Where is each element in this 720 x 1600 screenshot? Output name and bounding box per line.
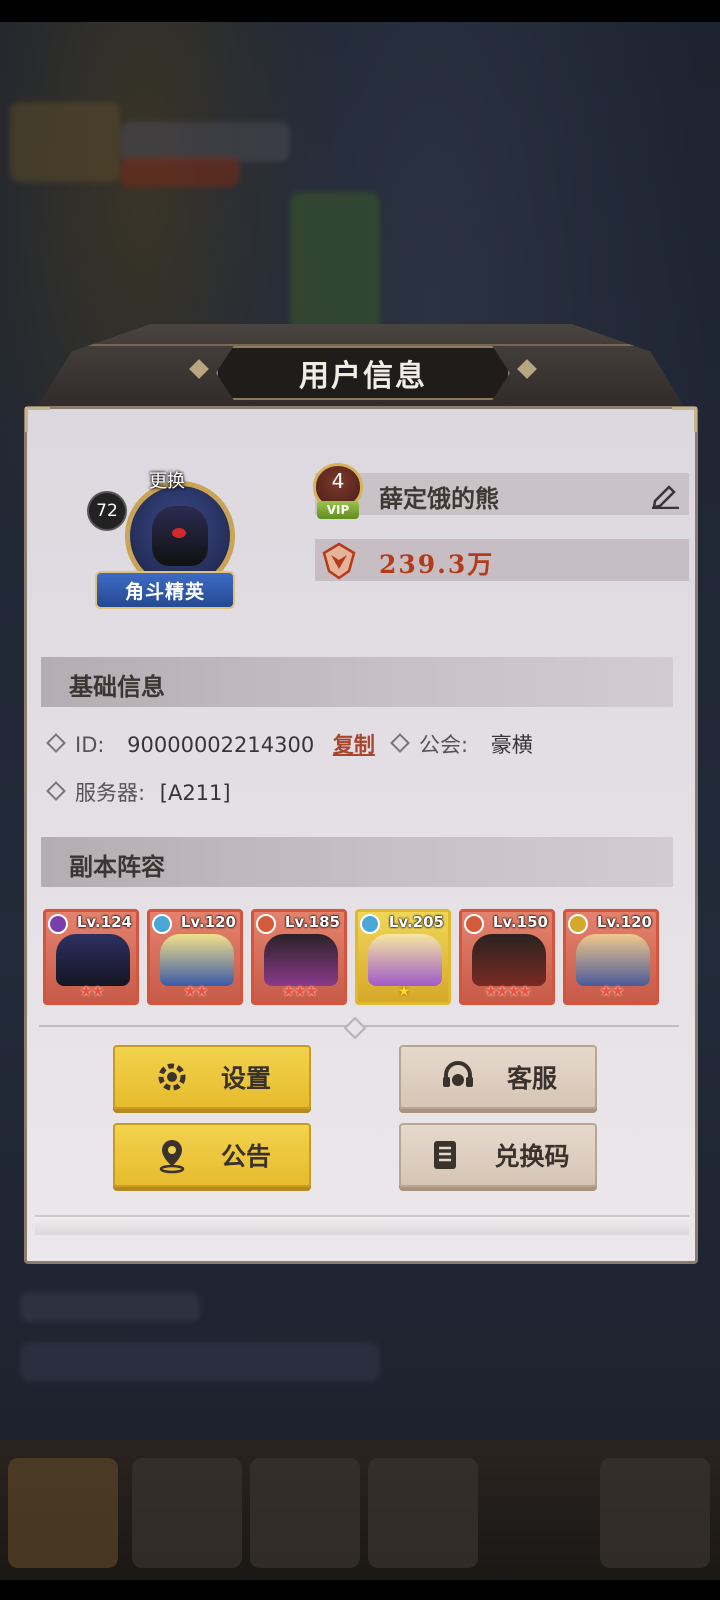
hero-stars: ★★ xyxy=(183,982,209,1000)
nav-slot xyxy=(132,1458,242,1568)
guild-value: 豪横 xyxy=(490,733,533,757)
blurred-avatar xyxy=(10,102,120,182)
hero-portrait xyxy=(368,934,442,986)
system-bar xyxy=(0,1580,720,1600)
hero-level: Lv.150 xyxy=(492,913,548,931)
hero-level: Lv.185 xyxy=(284,913,340,931)
level-badge: 72 xyxy=(87,491,127,531)
hero-stars: ★★ xyxy=(79,982,105,1000)
id-value: 90000002214300 xyxy=(127,733,315,757)
dialog-footer-ornament xyxy=(35,1215,689,1235)
settings-button[interactable]: 设置 xyxy=(113,1045,311,1109)
redeem-code-label: 兑换码 xyxy=(494,1142,570,1171)
hero-card[interactable]: Lv.150 ★★★★ xyxy=(459,909,555,1005)
blurred-name xyxy=(120,122,290,162)
corner-ornament xyxy=(672,407,697,432)
hero-stars: ★ xyxy=(397,982,410,1000)
hero-level: Lv.120 xyxy=(596,913,652,931)
copy-id-button[interactable]: 复制 xyxy=(333,733,375,757)
blurred-power xyxy=(120,157,240,187)
id-line: ID: 90000002214300 复制 xyxy=(46,729,375,759)
element-icon xyxy=(256,914,276,934)
element-icon xyxy=(360,914,380,934)
blurred-text-2 xyxy=(20,1342,380,1382)
element-icon xyxy=(48,914,68,934)
hero-card[interactable]: Lv.124 ★★ xyxy=(43,909,139,1005)
nav-slot xyxy=(250,1458,360,1568)
power-row xyxy=(315,539,689,581)
notice-label: 公告 xyxy=(220,1142,271,1171)
name-row xyxy=(315,473,689,515)
vip-tag: VIP xyxy=(317,501,359,519)
hero-card[interactable]: Lv.120 ★★ xyxy=(147,909,243,1005)
hero-portrait xyxy=(56,934,130,986)
hero-stars: ★★★ xyxy=(281,982,318,1000)
edit-icon[interactable] xyxy=(649,481,681,509)
nav-slot xyxy=(8,1458,118,1568)
section-title: 基础信息 xyxy=(69,673,165,701)
hero-portrait xyxy=(264,934,338,986)
avatar-block[interactable]: 72 更换 角斗精英 xyxy=(85,467,255,617)
guild-line: 公会: 豪横 xyxy=(390,729,533,759)
dialog-body: 72 更换 角斗精英 4 VIP 薛定饿的熊 239.3万 基础信息 ID: 9… xyxy=(24,406,698,1264)
dialog-title: 用户信息 xyxy=(299,359,427,394)
bullet-icon xyxy=(390,733,410,753)
hero-level: Lv.120 xyxy=(180,913,236,931)
hero-portrait xyxy=(472,934,546,986)
power-value: 239.3万 xyxy=(379,550,495,579)
headset-icon xyxy=(442,1061,473,1087)
rank-title-ribbon: 角斗精英 xyxy=(95,571,235,609)
player-name: 薛定饿的熊 xyxy=(379,485,499,513)
blurred-character xyxy=(290,192,380,332)
hero-portrait xyxy=(576,934,650,986)
server-line: 服务器: [A211] xyxy=(46,777,231,807)
customer-service-button[interactable]: 客服 xyxy=(399,1045,597,1109)
redeem-code-button[interactable]: 兑换码 xyxy=(399,1123,597,1187)
user-info-dialog: 用户信息 72 更换 角斗精英 4 VIP 薛定饿的熊 239.3万 基础信息 … xyxy=(24,324,698,1264)
hero-card[interactable]: Lv.185 ★★★ xyxy=(251,909,347,1005)
customer-service-label: 客服 xyxy=(506,1064,557,1093)
change-avatar-label[interactable]: 更换 xyxy=(137,467,197,493)
bullet-icon xyxy=(46,781,66,801)
vip-level: 4 xyxy=(331,469,345,493)
section-lineup: 副本阵容 xyxy=(41,837,673,887)
nav-slot xyxy=(368,1458,478,1568)
element-icon xyxy=(568,914,588,934)
guild-label: 公会: xyxy=(419,733,469,757)
vip-badge: 4 VIP xyxy=(309,461,367,523)
gear-icon xyxy=(158,1063,186,1091)
hero-card[interactable]: Lv.120 ★★ xyxy=(563,909,659,1005)
avatar-portrait xyxy=(152,506,208,566)
server-label: 服务器: xyxy=(75,781,146,805)
hero-level: Lv.124 xyxy=(76,913,132,931)
power-icon xyxy=(322,542,356,580)
divider-ornament xyxy=(343,1016,367,1040)
notice-button[interactable]: 公告 xyxy=(113,1123,311,1187)
hero-stars: ★★★★ xyxy=(484,982,532,1000)
id-label: ID: xyxy=(75,733,105,757)
hero-stars: ★★ xyxy=(599,982,625,1000)
section-title: 副本阵容 xyxy=(69,853,165,881)
blurred-text xyxy=(20,1292,200,1322)
dialog-title-plate: 用户信息 xyxy=(216,346,510,400)
bullet-icon xyxy=(46,733,66,753)
avatar-eye xyxy=(172,528,186,538)
corner-ornament xyxy=(25,407,50,432)
header-ornament xyxy=(62,344,662,346)
section-basic-info: 基础信息 xyxy=(41,657,673,707)
book-icon xyxy=(434,1141,457,1169)
location-icon xyxy=(159,1140,185,1174)
element-icon xyxy=(464,914,484,934)
element-icon xyxy=(152,914,172,934)
bottom-nav-bar xyxy=(0,1440,720,1580)
server-value: [A211] xyxy=(159,781,231,805)
hero-card[interactable]: Lv.205 ★ xyxy=(355,909,451,1005)
hero-portrait xyxy=(160,934,234,986)
settings-label: 设置 xyxy=(220,1064,271,1093)
nav-slot xyxy=(600,1458,710,1568)
hero-level: Lv.205 xyxy=(388,913,444,931)
